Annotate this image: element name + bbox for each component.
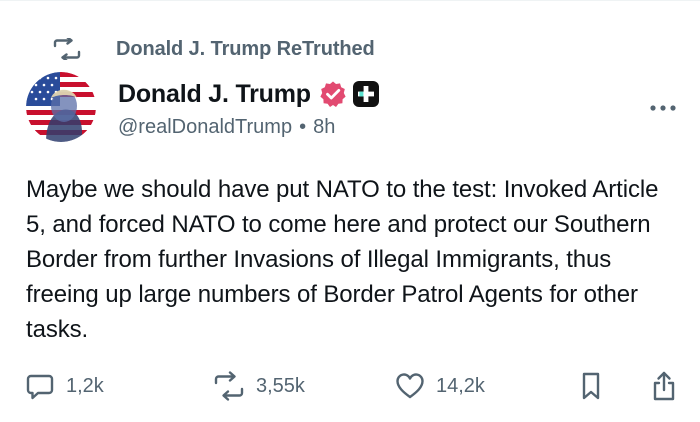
reply-count: 1,2k [66,374,104,397]
more-icon[interactable] [648,98,678,118]
retruth-header: Donald J. Trump ReTruthed [52,36,375,62]
share-icon [650,370,678,402]
retruth-icon [212,370,246,402]
bookmark-icon [578,370,604,402]
retruth-count: 3,55k [256,374,305,397]
post-body: Maybe we should have put NATO to the tes… [26,176,659,343]
author-row: Donald J. Trump [118,76,379,112]
heart-icon [394,370,426,402]
like-button[interactable]: 14,2k [394,370,485,402]
reply-button[interactable]: 1,2k [24,370,104,402]
retruth-label: Donald J. Trump ReTruthed [116,37,375,60]
meta-separator: • [299,115,307,138]
retruth-icon [52,38,82,60]
meta-row: @realDonaldTrump • 8h [118,114,335,140]
action-bar: 1,2k 3,55k 14,2k [0,370,700,402]
retruth-button[interactable]: 3,55k [212,370,305,402]
avatar[interactable] [26,72,96,142]
share-button[interactable] [650,370,678,402]
like-count: 14,2k [436,374,485,397]
top-divider [0,0,700,1]
author-handle[interactable]: @realDonaldTrump [118,116,292,139]
verified-badge-icon [319,80,347,108]
reply-icon [24,370,56,402]
bookmark-button[interactable] [578,370,604,402]
app-badge-icon [352,81,379,107]
author-name[interactable]: Donald J. Trump [118,80,311,109]
post-time[interactable]: 8h [313,116,335,139]
